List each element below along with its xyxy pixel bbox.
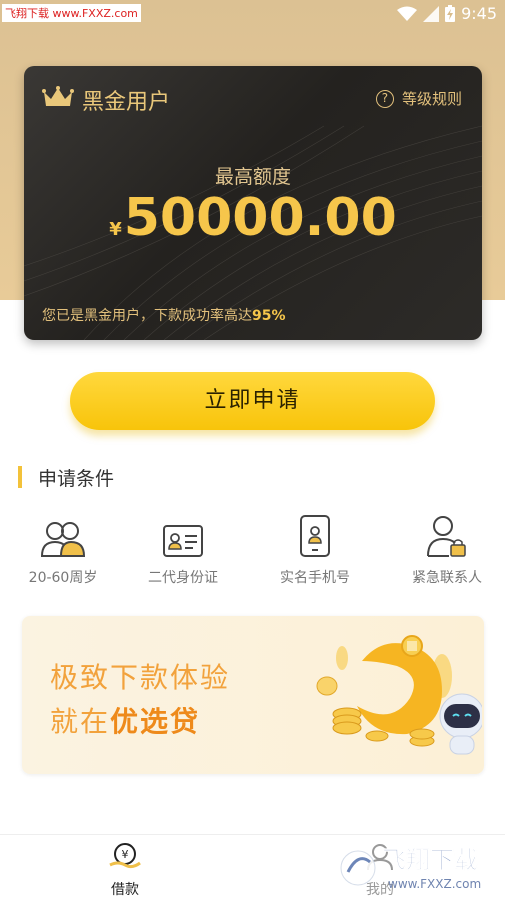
contact-icon xyxy=(427,516,466,557)
conditions-title: 申请条件 xyxy=(38,468,115,490)
wifi-icon xyxy=(397,6,418,21)
membership-card: 黑金用户 ? 等级规则 最高额度 ¥50000.00 您已是黑金用户，下款成功率… xyxy=(24,66,482,340)
users-icon xyxy=(41,522,85,557)
condition-id-card: 二代身份证 xyxy=(123,513,243,587)
coins-robot-illustration xyxy=(316,635,482,755)
amount-value: 50000.00 xyxy=(123,188,397,248)
level-rules-label: 等级规则 xyxy=(401,90,462,108)
watermark-brand: 飞翔下载 xyxy=(382,846,478,874)
svg-text:¥: ¥ xyxy=(122,848,129,861)
condition-phone-label: 实名手机号 xyxy=(280,570,350,586)
status-icons: 9:45 xyxy=(397,4,497,23)
max-quota-label: 最高额度 xyxy=(214,166,291,188)
phone-icon xyxy=(300,515,330,557)
banner-subline: 就在优选贷 xyxy=(50,700,200,740)
condition-contact-label: 紧急联系人 xyxy=(412,570,482,586)
loan-icon: ¥ xyxy=(109,843,141,869)
section-accent-bar xyxy=(18,466,22,488)
condition-age-label: 20-60周岁 xyxy=(28,570,98,586)
success-rate: 95% xyxy=(252,308,286,324)
signal-icon xyxy=(423,5,440,22)
card-title: 黑金用户 xyxy=(82,90,171,115)
max-quota-amount: ¥50000.00 xyxy=(24,188,482,248)
battery-icon xyxy=(445,5,456,22)
watermark-bottom-right: 飞翔下载 www.FXXZ.com xyxy=(340,846,481,891)
crown-icon xyxy=(42,86,74,106)
level-rules-link[interactable]: ? 等级规则 xyxy=(375,88,462,109)
tab-loan-label: 借款 xyxy=(111,882,139,898)
watermark-url: www.FXXZ.com xyxy=(388,877,481,891)
banner-headline: 极致下款体验 xyxy=(50,661,231,694)
condition-phone: 实名手机号 xyxy=(255,513,375,587)
id-card-icon xyxy=(163,525,203,557)
condition-contact: 紧急联系人 xyxy=(387,513,505,587)
promo-banner[interactable]: 极致下款体验 就在优选贷 xyxy=(22,616,484,774)
card-note: 您已是黑金用户，下款成功率高达95% xyxy=(42,305,286,325)
status-time: 9:45 xyxy=(461,4,497,23)
banner-subline-prefix: 就在 xyxy=(50,705,111,738)
tab-loan[interactable]: ¥ 借款 xyxy=(85,843,165,899)
condition-id-card-label: 二代身份证 xyxy=(148,570,218,586)
banner-brand: 优选贷 xyxy=(110,705,201,738)
status-bar: 飞翔下载 www.FXXZ.com 9:45 xyxy=(0,0,505,28)
help-icon: ? xyxy=(375,89,394,108)
condition-age: 20-60周岁 xyxy=(3,513,123,587)
apply-now-button[interactable]: 立即申请 xyxy=(70,372,435,430)
currency-symbol: ¥ xyxy=(109,219,122,240)
card-note-text: 您已是黑金用户，下款成功率高达 xyxy=(42,308,252,324)
watermark-top-left: 飞翔下载 www.FXXZ.com xyxy=(2,4,141,22)
